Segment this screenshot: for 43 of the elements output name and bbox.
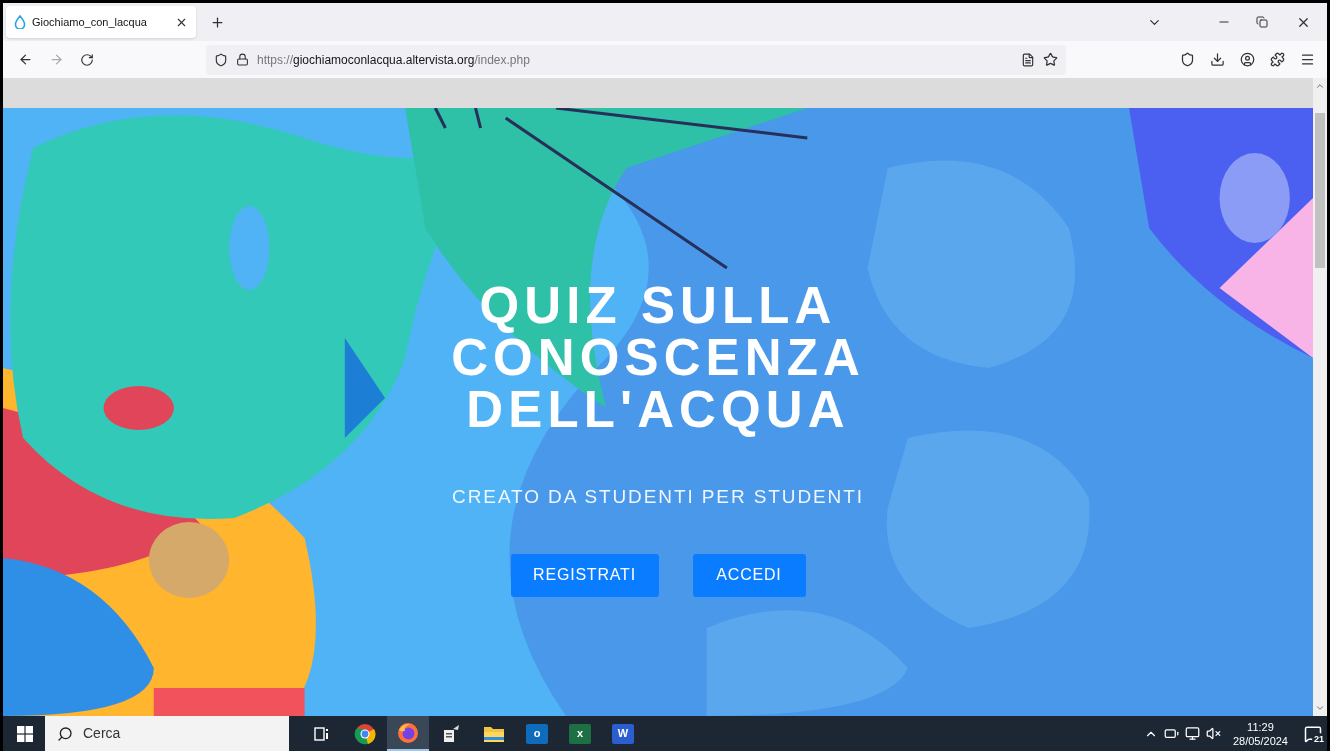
scrollbar[interactable] — [1313, 78, 1327, 716]
back-icon[interactable] — [18, 52, 33, 67]
network-icon[interactable] — [1184, 726, 1200, 741]
office-app-icon: x — [569, 723, 591, 744]
search-placeholder: Cerca — [83, 724, 121, 743]
taskbar-app[interactable]: o — [516, 716, 558, 751]
reader-view-icon[interactable] — [1021, 52, 1035, 67]
office-app-icon: o — [526, 723, 548, 744]
taskbar-app[interactable]: W — [602, 716, 644, 751]
account-icon[interactable] — [1240, 52, 1255, 67]
extensions-icon[interactable] — [1270, 52, 1285, 67]
battery-icon[interactable] — [1163, 726, 1179, 741]
scrollbar-thumb[interactable] — [1315, 113, 1325, 268]
taskbar-search-field[interactable]: Cerca — [45, 716, 289, 751]
hero-button[interactable]: ACCEDI — [692, 553, 806, 597]
hero-button[interactable]: REGISTRATI — [510, 553, 659, 597]
reload-icon[interactable] — [80, 52, 94, 67]
shield-icon — [214, 52, 228, 67]
browser-tab[interactable]: Giochiamo_con_lacqua — [6, 6, 196, 38]
tab-title: Giochiamo_con_lacqua — [32, 14, 148, 30]
scroll-up-icon[interactable] — [1315, 81, 1325, 91]
taskbar-app[interactable]: x — [559, 716, 601, 751]
browser-icon — [354, 722, 376, 745]
start-icon[interactable] — [17, 725, 33, 742]
clock[interactable]: 11:29 28/05/2024 — [1232, 719, 1288, 748]
document-tool-icon — [441, 723, 461, 744]
search-icon — [57, 725, 73, 742]
address-bar[interactable]: https://giochiamoconlacqua.altervista.org/index.php — [206, 44, 1066, 75]
hero-subtitle: CREATO DA STUDENTI PER STUDENTI — [452, 485, 864, 509]
muted-speaker-icon[interactable] — [1205, 726, 1221, 741]
task-view-icon — [314, 725, 330, 742]
scroll-down-icon[interactable] — [1315, 703, 1325, 713]
water-drop-icon — [14, 15, 26, 29]
download-icon[interactable] — [1210, 52, 1225, 67]
restore-icon[interactable] — [1256, 16, 1268, 28]
hero-title: QUIZ SULLA CONOSCENZA DELL'ACQUA — [450, 280, 866, 436]
lock-icon — [236, 53, 249, 66]
new-tab-icon[interactable] — [210, 14, 225, 30]
office-app-icon: W — [612, 723, 634, 744]
menu-icon[interactable] — [1300, 52, 1315, 67]
url-text: https://giochiamoconlacqua.altervista.org/index.php — [257, 51, 531, 69]
bookmark-star-icon[interactable] — [1043, 52, 1058, 67]
fox-globe-icon — [397, 721, 419, 744]
